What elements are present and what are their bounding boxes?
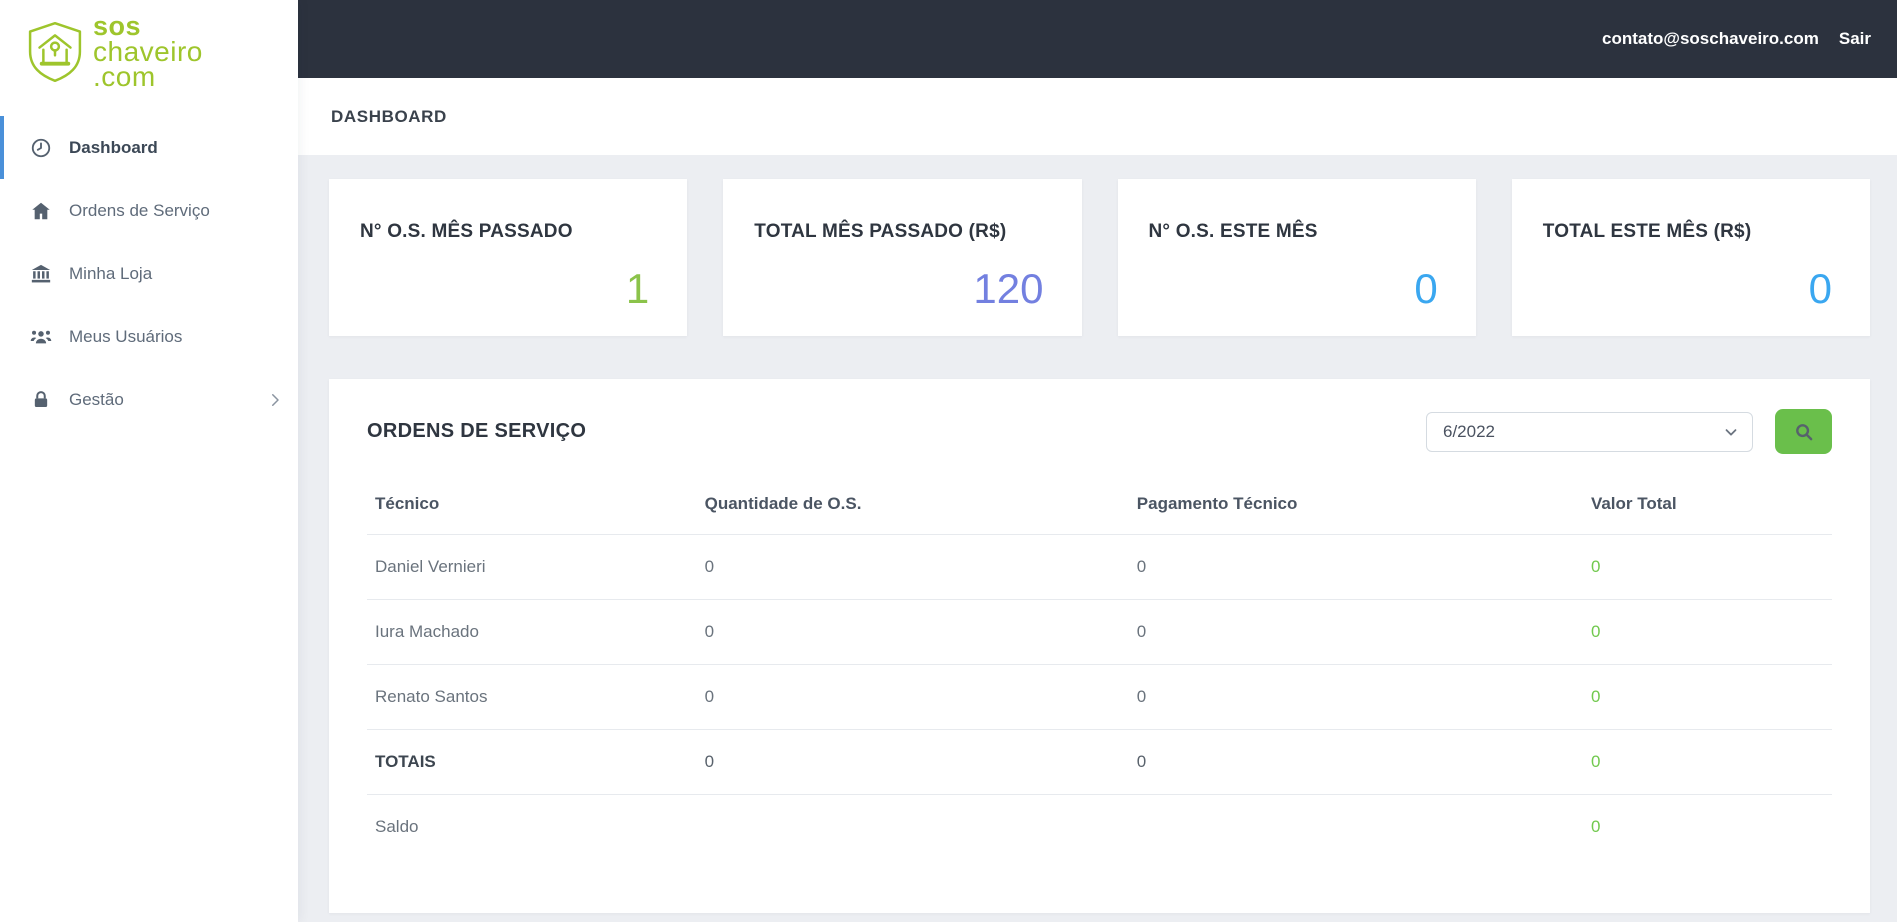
stat-card-total-este-mes: TOTAL ESTE MÊS (R$) 0 — [1511, 179, 1870, 336]
bank-icon — [29, 263, 53, 285]
table-row: Iura Machado 0 0 0 — [367, 599, 1832, 665]
cell-pagamento: 0 — [1128, 599, 1583, 665]
brand-logo[interactable]: sos chaveiro .com — [0, 0, 298, 100]
sidebar-item-dashboard[interactable]: Dashboard — [0, 116, 298, 179]
cell-quantidade — [697, 795, 1129, 860]
table-row-totals: TOTAIS 0 0 0 — [367, 729, 1832, 795]
sidebar-item-label: Ordens de Serviço — [69, 200, 210, 220]
content-area: N° O.S. MÊS PASSADO 1 TOTAL MÊS PASSADO … — [298, 155, 1897, 922]
main-area: contato@soschaveiro.com Sair DASHBOARD N… — [298, 0, 1897, 922]
cell-tecnico: Daniel Vernieri — [367, 534, 697, 600]
cell-pagamento — [1129, 795, 1583, 860]
user-email: contato@soschaveiro.com — [1602, 29, 1819, 48]
sidebar-nav: Dashboard Ordens de Serviço Minha Loja M… — [0, 116, 298, 431]
cell-tecnico: Iura Machado — [367, 599, 697, 665]
technicians-table: Técnico Quantidade de O.S. Pagamento Téc… — [367, 482, 1832, 859]
chevron-right-icon — [266, 391, 284, 409]
topbar: contato@soschaveiro.com Sair — [298, 0, 1897, 78]
cell-pagamento: 0 — [1128, 729, 1583, 795]
stat-card-value: 0 — [1414, 265, 1438, 312]
stat-card-os-mes-passado: N° O.S. MÊS PASSADO 1 — [329, 179, 688, 336]
sidebar-item-gestao[interactable]: Gestão — [0, 368, 298, 431]
stat-card-label: N° O.S. ESTE MÊS — [1148, 221, 1318, 242]
stat-card-label: TOTAL MÊS PASSADO (R$) — [754, 221, 1007, 242]
stat-card-label: TOTAL ESTE MÊS (R$) — [1542, 221, 1752, 242]
sidebar-item-ordens-de-servico[interactable]: Ordens de Serviço — [0, 179, 298, 242]
table-row: Renato Santos 0 0 0 — [367, 664, 1832, 730]
sidebar-item-label: Gestão — [69, 389, 124, 409]
sidebar-item-minha-loja[interactable]: Minha Loja — [0, 242, 298, 305]
orders-panel-controls: 6/2022 — [1426, 409, 1832, 454]
search-icon — [1793, 421, 1815, 443]
sidebar-item-label: Meus Usuários — [69, 326, 183, 346]
cell-tecnico: Saldo — [375, 817, 419, 836]
cell-quantidade: 0 — [696, 534, 1129, 600]
cell-tecnico: TOTAIS — [367, 729, 697, 795]
orders-panel: ORDENS DE SERVIÇO 6/2022 Técnico Quantid… — [329, 379, 1870, 913]
col-header-pagamento: Pagamento Técnico — [1128, 482, 1583, 535]
cell-pagamento: 0 — [1128, 664, 1583, 730]
stat-card-value: 120 — [973, 265, 1044, 312]
brand-line-sos: sos — [93, 10, 142, 41]
cell-valor-total: 0 — [1582, 534, 1832, 600]
users-icon — [29, 326, 53, 348]
stat-cards-row: N° O.S. MÊS PASSADO 1 TOTAL MÊS PASSADO … — [329, 179, 1870, 336]
brand-wordmark: sos chaveiro .com — [93, 10, 203, 93]
stat-card-label: N° O.S. MÊS PASSADO — [360, 221, 573, 242]
sidebar-item-label: Dashboard — [69, 137, 158, 157]
col-header-valor-total: Valor Total — [1582, 482, 1832, 535]
home-icon — [29, 200, 53, 222]
brand-line-com: .com — [93, 61, 156, 93]
stat-card-value: 0 — [1808, 265, 1832, 312]
orders-panel-title: ORDENS DE SERVIÇO — [367, 420, 587, 442]
period-select-wrap: 6/2022 — [1426, 411, 1753, 452]
cell-valor-total: 0 — [1582, 599, 1832, 665]
page-title: DASHBOARD — [331, 106, 447, 126]
cell-tecnico: Renato Santos — [367, 664, 697, 730]
search-button[interactable] — [1775, 409, 1832, 454]
cell-quantidade: 0 — [696, 664, 1129, 730]
sidebar-item-label: Minha Loja — [69, 263, 153, 283]
stat-card-value: 1 — [625, 265, 650, 312]
lock-icon — [29, 389, 53, 411]
stat-card-os-este-mes: N° O.S. ESTE MÊS 0 — [1117, 179, 1476, 336]
cell-valor-total: 0 — [1590, 817, 1601, 836]
cell-quantidade: 0 — [696, 729, 1129, 795]
cell-valor-total: 0 — [1582, 729, 1832, 795]
col-header-tecnico: Técnico — [367, 482, 697, 535]
sidebar: sos chaveiro .com Dashboard Ordens de Se… — [0, 0, 298, 922]
shield-house-logo-icon — [26, 21, 84, 83]
period-select[interactable]: 6/2022 — [1426, 411, 1753, 452]
table-header-row: Técnico Quantidade de O.S. Pagamento Téc… — [367, 482, 1832, 535]
sidebar-item-meus-usuarios[interactable]: Meus Usuários — [0, 305, 298, 368]
col-header-quantidade: Quantidade de O.S. — [696, 482, 1129, 535]
clock-icon — [29, 137, 53, 159]
page-header: DASHBOARD — [298, 78, 1897, 155]
table-row: Daniel Vernieri 0 0 0 — [367, 534, 1832, 600]
table-row-saldo: Saldo 0 — [367, 795, 1832, 860]
cell-pagamento: 0 — [1128, 534, 1583, 600]
orders-panel-header: ORDENS DE SERVIÇO 6/2022 — [367, 409, 1832, 454]
cell-valor-total: 0 — [1582, 664, 1832, 730]
cell-quantidade: 0 — [696, 599, 1129, 665]
stat-card-total-mes-passado: TOTAL MÊS PASSADO (R$) 120 — [723, 179, 1082, 336]
logout-link[interactable]: Sair — [1839, 29, 1871, 49]
